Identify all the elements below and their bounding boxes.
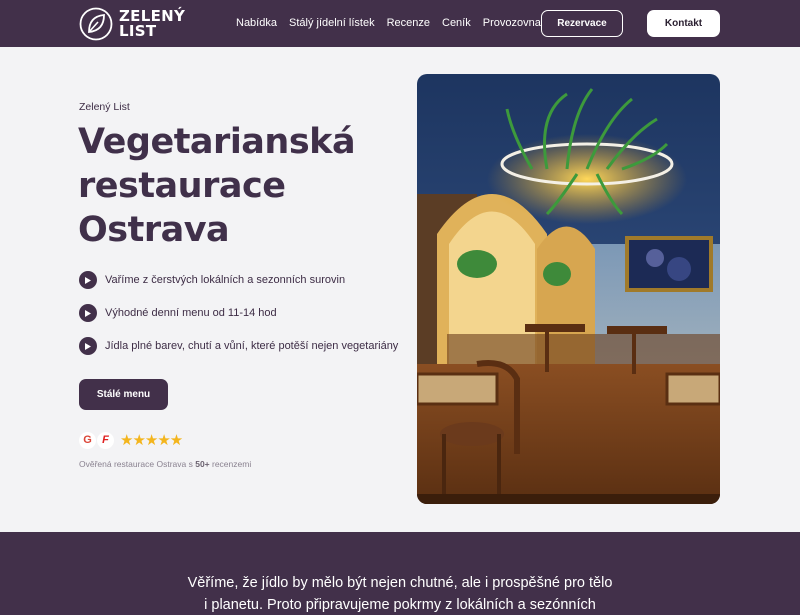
title-line: Ostrava (78, 210, 230, 250)
nav-item-recenze[interactable]: Recenze (387, 17, 430, 29)
rating-row: G F ★★★★★ (79, 431, 183, 449)
play-arrow-icon (79, 304, 97, 322)
mission-line: Věříme, že jídlo by mělo být nejen chutn… (187, 575, 613, 591)
google-logo-icon: G (79, 431, 96, 449)
title-line: restaurace (78, 166, 286, 206)
rating-count: 50+ (195, 459, 210, 469)
feature-text: Vaříme z čerstvých lokálních a sezonních… (105, 274, 346, 286)
play-arrow-icon (79, 337, 97, 355)
mission-band: Věříme, že jídlo by mělo být nejen chutn… (0, 532, 800, 615)
restaurant-interior-image (417, 74, 720, 504)
feature-text: Výhodné denní menu od 11-14 hod (105, 307, 277, 319)
mission-line: i planetu. Proto připravujeme pokrmy z l… (204, 597, 596, 613)
restaurant-interior-illustration (417, 74, 720, 504)
rating-note-suffix: recenzemi (209, 459, 252, 469)
logo-line2: LIST (119, 21, 157, 40)
nav-item-staly-jidelni-listek[interactable]: Stálý jídelní lístek (289, 17, 375, 29)
title-line: Vegetarianská (78, 122, 356, 162)
mission-text: Věříme, že jídlo by mělo být nejen chutn… (150, 572, 650, 615)
rating-note: Ověřená restaurace Ostrava s 50+ recenze… (79, 459, 251, 469)
nav-item-provozovna[interactable]: Provozovna (483, 17, 541, 29)
main-nav: Nabídka Stálý jídelní lístek Recenze Cen… (236, 17, 541, 29)
reservation-button[interactable]: Rezervace (541, 10, 623, 37)
contact-button[interactable]: Kontakt (647, 10, 720, 37)
logo-text: ZELENÝ LIST (119, 8, 185, 40)
permanent-menu-button[interactable]: Stálé menu (79, 379, 168, 410)
feature-text: Jídla plné barev, chutí a vůní, které po… (105, 340, 399, 352)
nav-item-nabidka[interactable]: Nabídka (236, 17, 277, 29)
feature-item: Vaříme z čerstvých lokálních a sezonních… (79, 270, 398, 290)
feature-item: Jídla plné barev, chutí a vůní, které po… (79, 336, 398, 356)
feature-item: Výhodné denní menu od 11-14 hod (79, 303, 398, 323)
feature-list: Vaříme z čerstvých lokálních a sezonních… (79, 270, 398, 369)
logo[interactable]: ZELENÝ LIST (79, 6, 185, 41)
page-title: Vegetarianská restaurace Ostrava (78, 120, 398, 252)
star-rating-icon: ★★★★★ (120, 432, 183, 449)
play-arrow-icon (79, 271, 97, 289)
site-header: ZELENÝ LIST Nabídka Stálý jídelní lístek… (0, 0, 800, 47)
nav-item-cenik[interactable]: Ceník (442, 17, 471, 29)
hero-eyebrow: Zelený List (79, 101, 130, 113)
rating-note-prefix: Ověřená restaurace Ostrava s (79, 459, 196, 469)
leaf-icon (79, 7, 113, 40)
f-logo-icon: F (97, 431, 114, 449)
